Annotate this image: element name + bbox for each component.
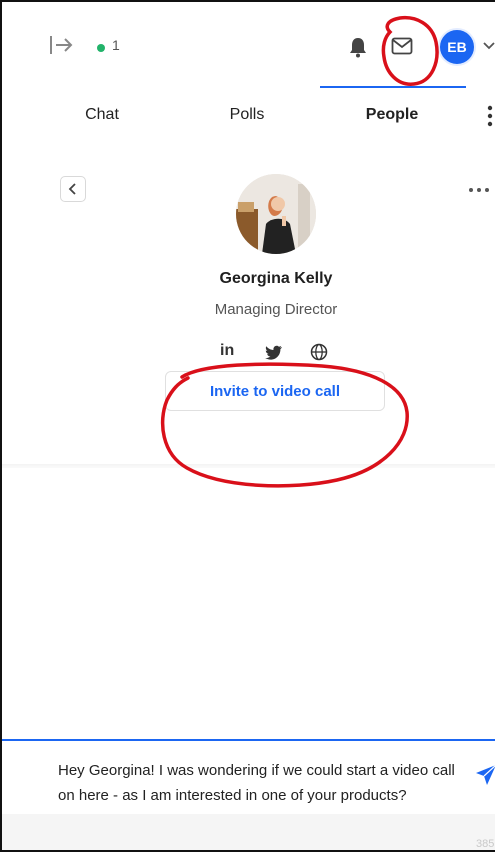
globe-icon[interactable]	[310, 343, 328, 361]
twitter-icon[interactable]	[265, 345, 283, 360]
profile-photo	[236, 174, 316, 254]
composer-focus-border	[2, 739, 495, 741]
linkedin-icon[interactable]: in	[220, 342, 234, 360]
app-frame: 1 EB Chat Polls People Georgina Kelly Ma…	[0, 0, 495, 852]
send-icon[interactable]	[475, 764, 495, 786]
tab-people[interactable]: People	[352, 106, 432, 124]
profile-role: Managing Director	[214, 301, 338, 318]
section-divider	[2, 464, 495, 468]
tab-polls[interactable]: Polls	[217, 106, 277, 124]
online-status-dot	[97, 44, 105, 52]
more-horizontal-icon[interactable]	[467, 186, 491, 194]
mail-icon[interactable]	[391, 37, 413, 55]
tab-chat[interactable]: Chat	[72, 106, 132, 124]
user-avatar[interactable]: EB	[438, 28, 476, 66]
chevron-left-icon	[68, 183, 76, 195]
tab-bar: Chat Polls People	[2, 92, 495, 142]
active-tab-indicator	[320, 86, 466, 88]
character-count: 385	[476, 838, 495, 850]
message-input[interactable]: Hey Georgina! I was wondering if we coul…	[58, 758, 468, 842]
profile-name: Georgina Kelly	[219, 270, 333, 287]
invite-to-video-call-button[interactable]: Invite to video call	[165, 371, 385, 411]
online-count: 1	[112, 37, 120, 53]
more-vertical-icon[interactable]	[486, 104, 494, 128]
bell-icon[interactable]	[348, 36, 368, 58]
back-button[interactable]	[60, 176, 86, 202]
collapse-panel-icon[interactable]	[48, 33, 74, 57]
chevron-down-icon[interactable]	[482, 40, 495, 52]
top-bar: 1 EB	[2, 2, 495, 88]
social-links: in	[220, 342, 330, 366]
